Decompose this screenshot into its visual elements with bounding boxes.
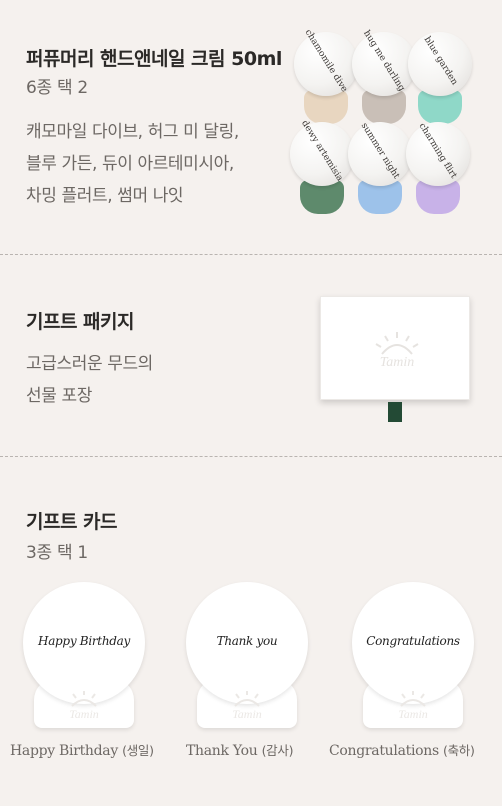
- embossed-logo-icon: Tamin: [232, 691, 262, 720]
- tube-label: dewy artemisia: [299, 118, 345, 184]
- card-caption: Happy Birthday (생일): [10, 740, 154, 759]
- card-caption-ko: (감사): [261, 743, 294, 758]
- cream-tube: hug me darling: [352, 28, 416, 124]
- card-title: 기프트 카드: [26, 511, 118, 533]
- section-divider: [0, 254, 502, 255]
- svg-text:Tamin: Tamin: [398, 707, 428, 720]
- cream-tube: charming flirt: [406, 122, 470, 214]
- tube-body: blue garden: [408, 32, 472, 96]
- card-caption-en: Thank You: [186, 743, 258, 759]
- gift-card: Thank you Tamin: [186, 582, 308, 732]
- card-caption: Congratulations (축하): [329, 740, 475, 759]
- cream-option-count: 6종 택 2: [26, 78, 88, 98]
- cream-title: 퍼퓨머리 핸드앤네일 크림 50ml: [26, 48, 282, 70]
- cream-tube: summer night: [348, 121, 412, 214]
- cream-tube: chamomile dive: [294, 28, 358, 124]
- gift-box-image: Tamin: [320, 296, 470, 400]
- tube-label: summer night: [358, 121, 402, 181]
- scent-line: 차밍 플러트, 썸머 나잇: [26, 186, 184, 206]
- card-face: Happy Birthday: [23, 582, 145, 704]
- card-caption: Thank You (감사): [186, 740, 293, 759]
- gift-card: Congratulations Tamin: [352, 582, 474, 732]
- svg-text:Tamin: Tamin: [69, 707, 99, 720]
- package-desc-line: 고급스러운 무드의: [26, 354, 153, 374]
- tube-body: dewy artemisia: [290, 118, 354, 186]
- tube-label: blue garden: [421, 35, 459, 87]
- svg-text:Tamin: Tamin: [380, 355, 415, 370]
- card-message: Congratulations: [366, 634, 460, 648]
- gift-card: Happy Birthday Tamin: [23, 582, 145, 732]
- scent-line: 캐모마일 다이브, 허그 미 달링,: [26, 122, 239, 142]
- embossed-logo-icon: Tamin: [398, 691, 428, 720]
- svg-text:Tamin: Tamin: [232, 707, 262, 720]
- tube-body: charming flirt: [406, 122, 470, 186]
- card-message: Happy Birthday: [38, 634, 130, 648]
- tube-label: charming flirt: [417, 121, 459, 181]
- card-caption-ko: (생일): [122, 743, 154, 758]
- scent-line: 블루 가든, 듀이 아르테미시아,: [26, 154, 234, 174]
- embossed-logo-icon: Tamin: [69, 691, 99, 720]
- card-caption-ko: (축하): [443, 743, 475, 758]
- card-caption-en: Congratulations: [329, 743, 439, 759]
- gift-box-ribbon: [388, 402, 402, 422]
- package-description: 고급스러운 무드의 선물 포장: [26, 348, 153, 412]
- tube-body: chamomile dive: [294, 28, 358, 96]
- tube-label: hug me darling: [361, 28, 407, 94]
- section-divider: [0, 456, 502, 457]
- cream-tube: blue garden: [408, 32, 472, 124]
- package-desc-line: 선물 포장: [26, 386, 92, 406]
- card-option-count: 3종 택 1: [26, 543, 88, 563]
- tube-body: summer night: [348, 121, 412, 186]
- card-face: Congratulations: [352, 582, 474, 704]
- card-caption-en: Happy Birthday: [10, 743, 118, 759]
- tube-body: hug me darling: [352, 28, 416, 96]
- package-title: 기프트 패키지: [26, 311, 135, 333]
- tube-label: chamomile dive: [302, 27, 350, 95]
- cream-scent-list: 캐모마일 다이브, 허그 미 달링, 블루 가든, 듀이 아르테미시아, 차밍 …: [26, 116, 239, 212]
- cream-tube: dewy artemisia: [290, 118, 354, 214]
- embossed-logo-icon: Tamin: [375, 332, 419, 370]
- card-message: Thank you: [216, 634, 278, 648]
- card-face: Thank you: [186, 582, 308, 704]
